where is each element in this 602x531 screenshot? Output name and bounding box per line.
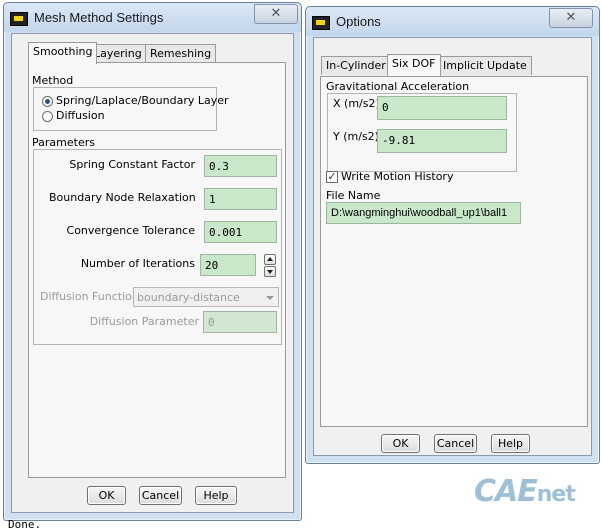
console-output: Done.: [8, 518, 42, 531]
boundary-relaxation-field[interactable]: 1: [204, 188, 277, 210]
tab-in-cylinder[interactable]: In-Cylinder: [321, 56, 391, 75]
watermark-main: CAE: [474, 474, 538, 509]
gravity-y-label: Y (m/s2): [333, 130, 379, 143]
boundary-relaxation-label: Boundary Node Relaxation: [49, 191, 196, 204]
caenet-watermark: CAEnet: [474, 474, 576, 509]
gravity-label: Gravitational Acceleration: [326, 80, 470, 93]
dropdown-arrow-icon: [266, 296, 274, 300]
tab-six-dof[interactable]: Six DOF: [387, 54, 441, 76]
close-icon[interactable]: ✕: [254, 4, 298, 24]
spin-down-icon[interactable]: [264, 266, 276, 277]
checkbox-icon[interactable]: ✓: [326, 171, 338, 183]
method-option-diffusion[interactable]: Diffusion: [56, 109, 105, 122]
options-window-titlebar[interactable]: Options ✕: [306, 7, 599, 36]
gravity-x-label: X (m/s2): [333, 97, 380, 110]
radio-icon[interactable]: [42, 96, 53, 107]
options-window-client: In-Cylinder Six DOF Implicit Update Grav…: [313, 37, 592, 456]
spin-up-icon[interactable]: [264, 254, 276, 265]
options-window-title: Options: [336, 14, 381, 29]
convergence-tolerance-label: Convergence Tolerance: [66, 224, 195, 237]
cancel-button[interactable]: Cancel: [434, 434, 477, 453]
ok-button[interactable]: OK: [87, 486, 126, 505]
options-window: Options ✕ In-Cylinder Six DOF Implicit U…: [305, 6, 600, 464]
close-icon[interactable]: ✕: [549, 8, 593, 28]
file-name-label: File Name: [326, 189, 381, 202]
fluent-app-icon: [10, 12, 28, 26]
tab-implicit-update[interactable]: Implicit Update: [438, 56, 532, 75]
help-button[interactable]: Help: [195, 486, 237, 505]
mesh-window-client: Smoothing Layering Remeshing Method Spri…: [11, 33, 294, 513]
gravity-y-field[interactable]: -9.81: [377, 129, 507, 153]
tab-remeshing[interactable]: Remeshing: [145, 44, 217, 63]
file-name-field[interactable]: D:\wangminghui\woodball_up1\ball1: [326, 202, 521, 224]
spring-constant-field[interactable]: 0.3: [204, 155, 277, 177]
method-label: Method: [32, 74, 74, 87]
diffusion-function-label: Diffusion Function: [40, 290, 139, 303]
parameters-label: Parameters: [32, 136, 95, 149]
tab-layering[interactable]: Layering: [89, 44, 147, 63]
six-dof-page: Gravitational Acceleration X (m/s2) 0 Y …: [320, 76, 588, 427]
write-motion-history-label[interactable]: Write Motion History: [341, 170, 453, 183]
watermark-suffix: net: [536, 482, 576, 507]
method-option-spring[interactable]: Spring/Laplace/Boundary Layer: [56, 94, 229, 107]
tab-smoothing[interactable]: Smoothing: [28, 42, 98, 64]
diffusion-parameter-field: 0: [203, 311, 277, 333]
mesh-method-settings-window: Mesh Method Settings ✕ Smoothing Layerin…: [3, 2, 302, 521]
mesh-window-title: Mesh Method Settings: [34, 10, 164, 25]
gravity-x-field[interactable]: 0: [377, 96, 507, 120]
diffusion-function-select: boundary-distance: [133, 287, 279, 307]
convergence-tolerance-field[interactable]: 0.001: [204, 221, 277, 243]
radio-icon[interactable]: [42, 111, 53, 122]
iterations-field[interactable]: 20: [200, 254, 256, 276]
iterations-label: Number of Iterations: [80, 257, 195, 270]
diffusion-parameter-label: Diffusion Parameter: [89, 315, 199, 328]
cancel-button[interactable]: Cancel: [139, 486, 182, 505]
mesh-window-titlebar[interactable]: Mesh Method Settings ✕: [4, 3, 301, 32]
smoothing-page: Method Spring/Laplace/Boundary Layer Dif…: [28, 62, 286, 478]
diffusion-function-value: boundary-distance: [137, 291, 240, 304]
ok-button[interactable]: OK: [381, 434, 420, 453]
spring-constant-label: Spring Constant Factor: [69, 158, 195, 171]
fluent-app-icon: [312, 16, 330, 30]
help-button[interactable]: Help: [491, 434, 530, 453]
